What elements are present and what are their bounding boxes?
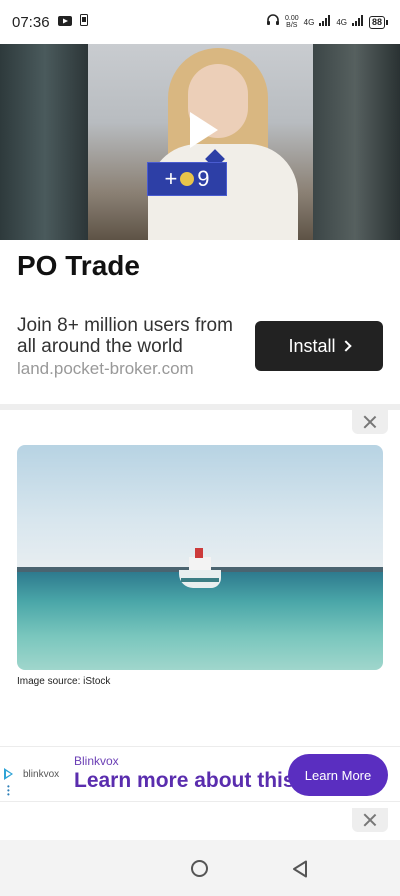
install-label: Install xyxy=(288,335,336,356)
ad-url: land.pocket-broker.com xyxy=(17,359,194,378)
signal-icon-2 xyxy=(351,13,364,31)
network-speed: 0.00 B/S xyxy=(285,15,299,29)
banner-ad[interactable]: blinkvox • • • Blinkvox Learn more about t… xyxy=(0,746,400,802)
app-notification-icon xyxy=(79,13,88,31)
headphones-icon xyxy=(266,13,280,31)
adchoices-icon[interactable] xyxy=(4,768,13,780)
screen: 07:36 0.00 B/S 4G 4G 88 + 9 PO Trade Joi… xyxy=(0,0,400,896)
chevron-right-icon xyxy=(339,340,352,352)
back-icon[interactable] xyxy=(292,860,308,878)
learn-more-button[interactable]: Learn More xyxy=(288,754,388,796)
banner-headline: Learn more about this xyxy=(74,769,295,792)
article-image xyxy=(17,445,383,670)
close-icon xyxy=(363,415,377,429)
network-speed-unit: B/S xyxy=(286,22,298,29)
banner-brand: Blinkvox xyxy=(74,754,119,768)
status-time: 07:36 xyxy=(12,13,50,31)
status-bar: 07:36 0.00 B/S 4G 4G 88 xyxy=(0,0,400,44)
ad-divider xyxy=(0,404,400,410)
youtube-icon xyxy=(57,13,72,31)
close-icon xyxy=(363,813,377,827)
coin-badge: + 9 xyxy=(147,162,227,196)
battery-icon: 88 xyxy=(368,15,388,29)
play-icon[interactable] xyxy=(190,112,218,148)
battery-level: 88 xyxy=(368,15,385,29)
network-speed-value: 0.00 xyxy=(285,15,299,22)
more-options-icon[interactable]: • • • xyxy=(7,783,11,799)
install-button[interactable]: Install xyxy=(255,321,383,371)
video-blur-right xyxy=(310,44,400,240)
close-ad-button[interactable] xyxy=(352,410,388,434)
network-type-2: 4G xyxy=(336,17,347,27)
home-icon[interactable] xyxy=(191,860,208,877)
ad-video[interactable]: + 9 xyxy=(0,44,400,240)
coin-prefix: + xyxy=(164,166,178,191)
image-source: Image source: iStock xyxy=(17,676,111,687)
ad-title: PO Trade xyxy=(17,250,140,281)
navigation-bar xyxy=(0,840,400,896)
video-blur-left xyxy=(0,44,90,240)
close-banner-button[interactable] xyxy=(352,808,388,832)
signal-icon-1 xyxy=(319,13,331,31)
ad-description: Join 8+ million users from all around th… xyxy=(17,315,233,357)
network-type-1: 4G xyxy=(303,17,315,27)
coin-count: 9 xyxy=(197,166,210,191)
banner-logo: blinkvox xyxy=(23,769,60,780)
ad-card[interactable]: PO Trade Join 8+ million users from all … xyxy=(0,240,400,404)
coin-icon xyxy=(180,172,195,186)
status-right-group: 0.00 B/S 4G 4G 88 xyxy=(266,13,388,31)
